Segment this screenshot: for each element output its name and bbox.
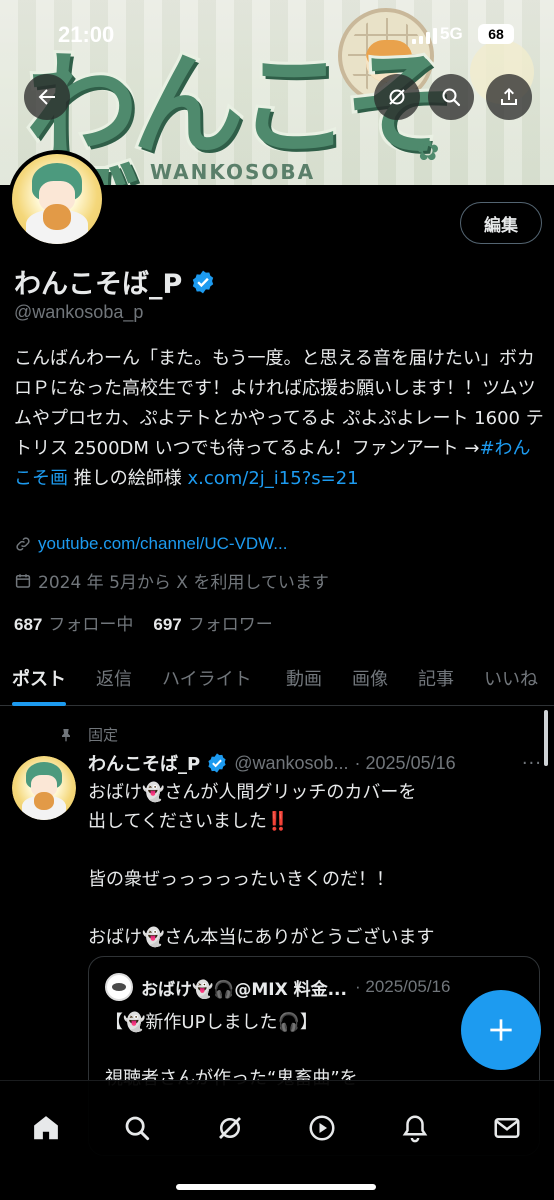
post-author-avatar[interactable] [12,756,76,820]
paw-icon: ✿ [416,134,440,167]
following-link[interactable]: 687 フォロー中 [14,610,133,635]
tab-replies[interactable]: 返信 [96,650,132,706]
plus-icon [490,1019,512,1041]
website-url[interactable]: youtube.com/channel/UC-VDW... [38,534,287,554]
profile-joined: 2024 年 5月から X を利用しています [14,568,329,593]
network-label: 5G [440,24,463,43]
nav-home[interactable] [19,1101,73,1155]
avatar-image-small [12,756,76,820]
profile-handle: @wankosoba_p [14,302,144,322]
battery-icon: 68 [478,24,514,44]
follow-stats: 687 フォロー中 697 フォロワー [14,610,273,635]
followers-link[interactable]: 697 フォロワー [153,610,272,635]
profile-name-row: わんこそば_P [14,262,216,301]
quote-author-name: おばけ👻🎧@MIX 料金... [141,979,347,1000]
search-button[interactable] [428,74,474,120]
post-author-name[interactable]: わんこそば_P [88,750,200,776]
grok-icon [389,89,405,105]
video-icon [309,1115,335,1141]
status-bar: 21:00 5G 68 [0,18,554,58]
tab-images[interactable]: 画像 [352,650,388,706]
bio-text: こんばんわーん「また。もう一度。と思える音を届けたい」ボカロＰになった高校生です… [14,348,544,459]
link-icon [16,537,30,551]
nav-video[interactable] [295,1101,349,1155]
status-time: 21:00 [58,22,115,47]
calendar-icon [15,573,31,588]
banner-subtitle: WANKOSOBA [150,160,316,184]
joined-text: 2024 年 5月から X を利用しています [38,573,329,593]
tab-posts[interactable]: ポスト [12,650,66,706]
post-line-1: おばけ👻さんが人間グリッチのカバーを [88,782,417,803]
messages-icon [494,1118,520,1138]
tab-likes[interactable]: いいね [484,650,538,706]
search-icon [125,1116,150,1141]
more-options-icon[interactable]: ··· [522,753,542,774]
profile-name: わんこそば_P [14,269,183,300]
post-line-2: 出してくださいました [88,811,267,832]
post-header: わんこそば_P @wankosob... · 2025/05/16 ··· [88,750,542,776]
nav-grok[interactable] [203,1101,257,1155]
quote-date: · 2025/05/16 [354,977,451,996]
verified-badge-icon[interactable] [190,269,216,295]
post-date[interactable]: · 2025/05/16 [355,753,456,774]
edit-profile-button[interactable]: 編集 [460,202,542,244]
tab-articles[interactable]: 記事 [418,650,454,706]
bio-link[interactable]: x.com/2j_i15?s=21 [187,468,358,489]
home-indicator[interactable] [176,1184,376,1190]
arrow-left-icon [38,89,55,105]
bottom-navigation [0,1080,554,1200]
nav-messages[interactable] [480,1101,534,1155]
grok-button[interactable] [374,74,420,120]
nav-search[interactable] [110,1101,164,1155]
back-button[interactable] [24,74,70,120]
pinned-indicator: 固定 [58,724,118,745]
share-button[interactable] [486,74,532,120]
exclamation-icon: ‼️ [266,811,290,832]
bio-text-mid: 推しの絵師様 [68,468,188,489]
grok-icon [219,1117,241,1139]
notifications-icon [402,1115,428,1143]
post-line-4: おばけ👻さん本当にありがとうございます [88,927,435,948]
quote-author-avatar [105,973,133,1001]
post-body: おばけ👻さんが人間グリッチのカバーを 出してくださいました‼️ 皆の衆ぜっっっっ… [88,778,528,952]
avatar-image [12,154,102,244]
verified-badge-icon [208,753,226,773]
pinned-label: 固定 [88,726,119,744]
scrollbar[interactable] [544,710,548,766]
signal-icon [412,28,437,44]
home-icon [34,1116,58,1140]
profile-website[interactable]: youtube.com/channel/UC-VDW... [14,534,287,554]
post-line-3: 皆の衆ぜっっっっったいきくのだ！！ [88,869,394,890]
profile-bio: こんばんわーん「また。もう一度。と思える音を届けたい」ボカロＰになった高校生です… [14,344,544,494]
tab-videos[interactable]: 動画 [286,650,322,706]
profile-avatar[interactable] [8,150,106,248]
pin-icon [62,728,70,742]
tab-highlights[interactable]: ハイライト [162,650,252,706]
search-icon [442,88,461,107]
profile-tabs: ポスト 返信 ハイライト 動画 画像 記事 いいね [0,650,554,706]
compose-post-button[interactable] [461,990,541,1070]
quote-header: おばけ👻🎧@MIX 料金... · 2025/05/16 [105,973,527,1001]
nav-notifications[interactable] [388,1101,442,1155]
post-author-handle[interactable]: @wankosob... [234,753,348,774]
share-icon [501,88,517,105]
